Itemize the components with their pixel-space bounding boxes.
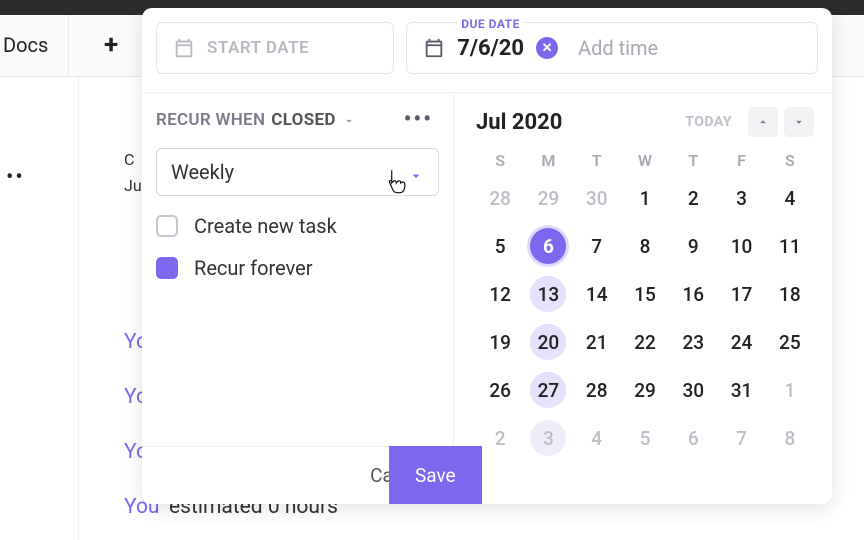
- calendar-month-label: Jul 2020: [476, 110, 562, 135]
- add-time-button[interactable]: Add time: [578, 36, 658, 60]
- calendar-day[interactable]: 3: [717, 176, 765, 220]
- calendar-day[interactable]: 22: [621, 320, 669, 364]
- calendar-day[interactable]: 5: [621, 416, 669, 460]
- chevron-down-icon[interactable]: [342, 113, 356, 127]
- checkbox-unchecked[interactable]: [156, 215, 178, 237]
- more-horiz-icon[interactable]: ••: [6, 165, 25, 190]
- calendar-day[interactable]: 17: [717, 272, 765, 316]
- calendar-day[interactable]: 28: [573, 368, 621, 412]
- calendar-grid: 2829301234567891011121314151617181920212…: [476, 176, 814, 460]
- chevron-up-icon: [756, 115, 770, 129]
- calendar-day[interactable]: 29: [524, 176, 572, 220]
- calendar-day[interactable]: 18: [766, 272, 814, 316]
- option-create-new-task[interactable]: Create new task: [156, 214, 439, 238]
- calendar-day[interactable]: 7: [717, 416, 765, 460]
- weekday-header: SMTWTFS: [476, 151, 814, 170]
- due-date-value: 7/6/20: [457, 36, 524, 61]
- tab-docs[interactable]: Docs: [0, 15, 69, 77]
- weekday-label: M: [524, 151, 572, 170]
- checkbox-checked[interactable]: [156, 257, 178, 279]
- calendar-day[interactable]: 28: [476, 176, 524, 220]
- calendar-day[interactable]: 13: [524, 272, 572, 316]
- calendar-day[interactable]: 31: [717, 368, 765, 412]
- weekday-label: T: [669, 151, 717, 170]
- option-label: Recur forever: [194, 256, 313, 280]
- calendar-day[interactable]: 2: [476, 416, 524, 460]
- calendar-day[interactable]: 23: [669, 320, 717, 364]
- save-button[interactable]: Save: [389, 446, 482, 504]
- calendar-day[interactable]: 2: [669, 176, 717, 220]
- calendar-day[interactable]: 25: [766, 320, 814, 364]
- calendar-day[interactable]: 30: [573, 176, 621, 220]
- weekday-label: W: [621, 151, 669, 170]
- calendar-day[interactable]: 4: [766, 176, 814, 220]
- calendar-day[interactable]: 9: [669, 224, 717, 268]
- frequency-value: Weekly: [171, 160, 234, 184]
- calendar-day[interactable]: 10: [717, 224, 765, 268]
- calendar-day[interactable]: 19: [476, 320, 524, 364]
- more-options-icon[interactable]: •••: [398, 107, 439, 132]
- calendar-day[interactable]: 8: [621, 224, 669, 268]
- calendar-panel: Jul 2020 TODAY SMTWTFS 28293012345678910…: [454, 92, 832, 452]
- calendar-day[interactable]: 3: [524, 416, 572, 460]
- chevron-down-icon: [408, 165, 424, 189]
- calendar-day[interactable]: 4: [573, 416, 621, 460]
- date-recurrence-modal: START DATE DUE DATE 7/6/20 ✕ Add time RE…: [142, 8, 832, 504]
- calendar-day[interactable]: 16: [669, 272, 717, 316]
- frequency-select[interactable]: Weekly: [156, 148, 439, 196]
- calendar-day[interactable]: 20: [524, 320, 572, 364]
- calendar-icon: [173, 37, 195, 59]
- calendar-day[interactable]: 27: [524, 368, 572, 412]
- calendar-day[interactable]: 26: [476, 368, 524, 412]
- calendar-day[interactable]: 21: [573, 320, 621, 364]
- calendar-day[interactable]: 24: [717, 320, 765, 364]
- breadcrumb-fragment: C: [124, 150, 134, 169]
- next-month-button[interactable]: [784, 107, 814, 137]
- recurrence-panel: RECUR WHEN CLOSED ••• Weekly Create new …: [142, 92, 454, 452]
- weekday-label: T: [573, 151, 621, 170]
- calendar-day[interactable]: 6: [669, 416, 717, 460]
- option-recur-forever[interactable]: Recur forever: [156, 256, 439, 280]
- weekday-label: S: [766, 151, 814, 170]
- calendar-day-selected[interactable]: 6: [524, 224, 572, 268]
- calendar-day[interactable]: 11: [766, 224, 814, 268]
- calendar-day[interactable]: 1: [621, 176, 669, 220]
- weekday-label: S: [476, 151, 524, 170]
- weekday-label: F: [717, 151, 765, 170]
- close-icon: ✕: [542, 41, 553, 56]
- divider: [78, 77, 79, 540]
- calendar-day[interactable]: 1: [766, 368, 814, 412]
- start-date-field[interactable]: START DATE: [156, 22, 394, 74]
- due-date-label: DUE DATE: [457, 17, 524, 31]
- prev-month-button[interactable]: [748, 107, 778, 137]
- calendar-day[interactable]: 7: [573, 224, 621, 268]
- due-date-field[interactable]: DUE DATE 7/6/20 ✕ Add time: [406, 22, 818, 74]
- recur-trigger-value[interactable]: CLOSED: [271, 110, 335, 130]
- option-label: Create new task: [194, 214, 337, 238]
- calendar-day[interactable]: 29: [621, 368, 669, 412]
- recur-when-label: RECUR WHEN: [156, 110, 265, 130]
- calendar-day[interactable]: 15: [621, 272, 669, 316]
- calendar-day[interactable]: 8: [766, 416, 814, 460]
- calendar-day[interactable]: 14: [573, 272, 621, 316]
- calendar-day[interactable]: 30: [669, 368, 717, 412]
- add-tab-icon[interactable]: +: [104, 30, 118, 60]
- calendar-day[interactable]: 12: [476, 272, 524, 316]
- start-date-placeholder: START DATE: [207, 38, 309, 58]
- calendar-day[interactable]: 5: [476, 224, 524, 268]
- today-button[interactable]: TODAY: [685, 114, 732, 130]
- breadcrumb-fragment: Ju: [124, 176, 142, 195]
- calendar-icon: [423, 37, 445, 59]
- clear-due-date-button[interactable]: ✕: [536, 37, 558, 59]
- chevron-down-icon: [792, 115, 806, 129]
